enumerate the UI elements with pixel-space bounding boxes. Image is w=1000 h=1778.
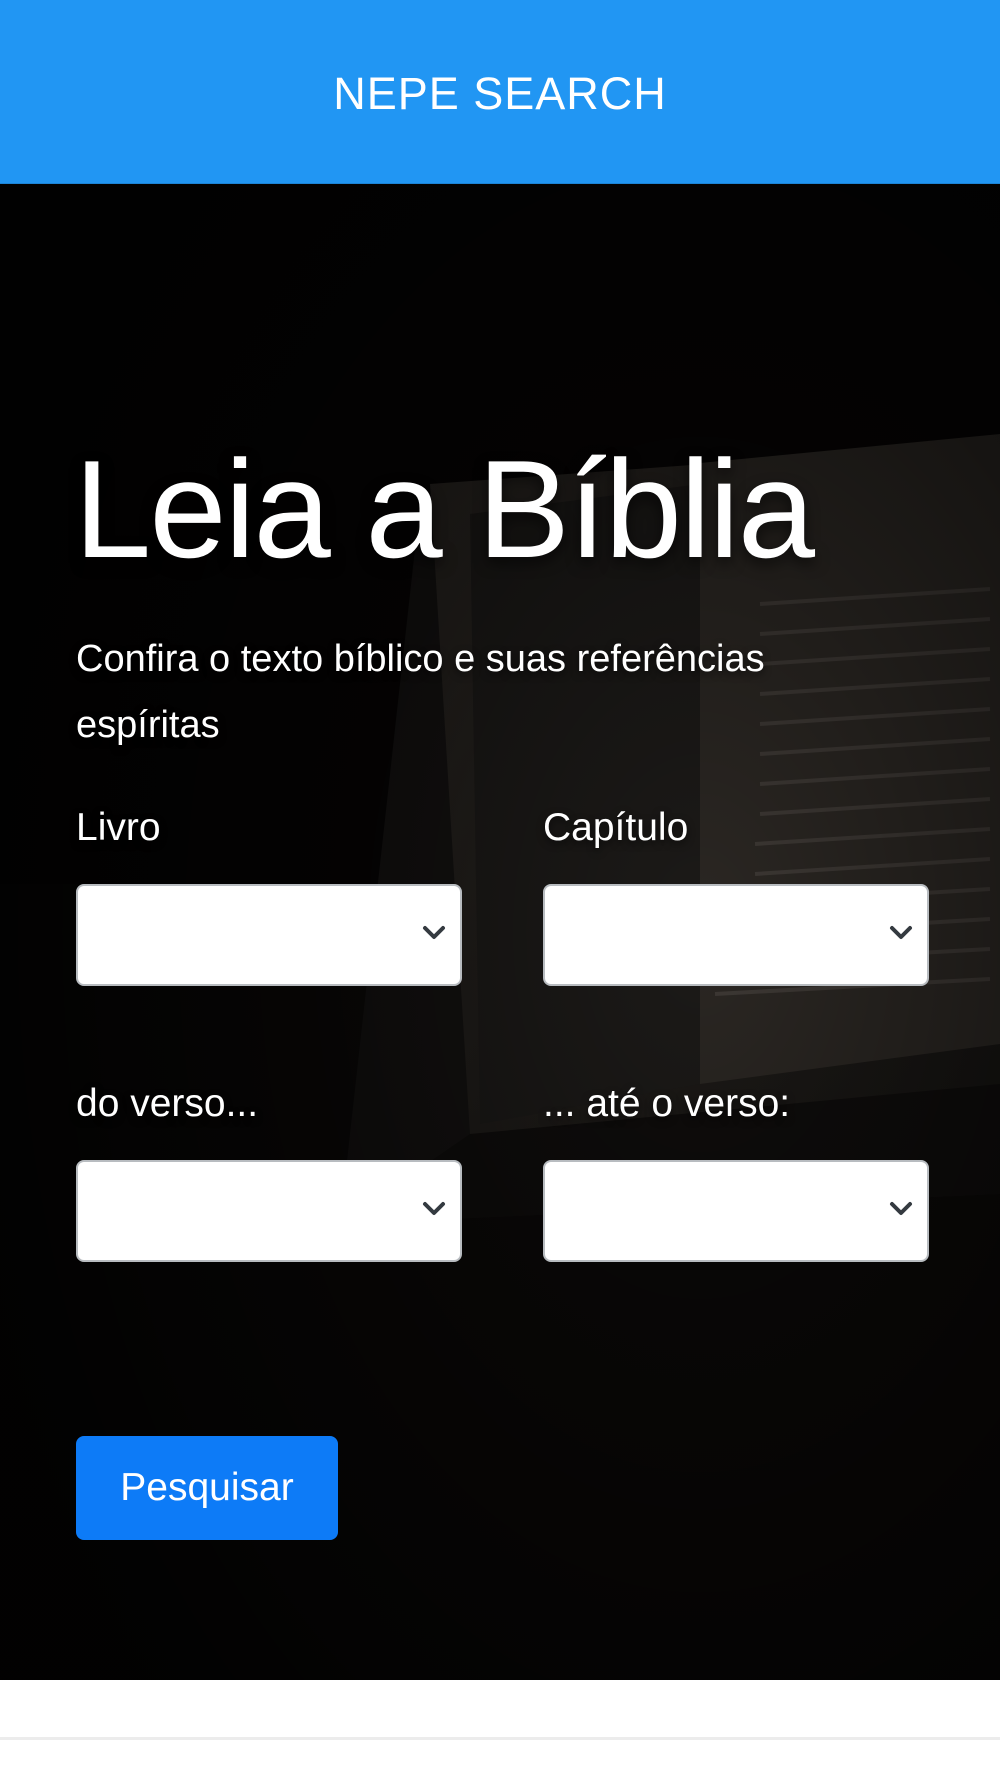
verse-from-select[interactable] — [76, 1160, 462, 1262]
book-select[interactable] — [76, 884, 462, 986]
page-title: Leia a Bíblia — [74, 432, 815, 587]
verse-from-label: do verso... — [76, 1082, 259, 1125]
chevron-down-icon — [890, 926, 912, 939]
brand-title[interactable]: NEPE SEARCH — [333, 64, 667, 120]
hero-section: Leia a Bíblia Confira o texto bíblico e … — [0, 184, 1000, 1680]
verse-to-select[interactable] — [543, 1160, 929, 1262]
page-subtitle: Confira o texto bíblico e suas referênci… — [76, 638, 765, 746]
chevron-down-icon — [423, 926, 445, 939]
chapter-label: Capítulo — [543, 806, 689, 849]
footer-divider — [0, 1737, 1000, 1740]
search-button[interactable]: Pesquisar — [76, 1436, 338, 1540]
book-label: Livro — [76, 806, 161, 849]
chevron-down-icon — [890, 1202, 912, 1215]
verse-to-label: ... até o verso: — [543, 1082, 791, 1125]
chapter-select[interactable] — [543, 884, 929, 986]
chevron-down-icon — [423, 1202, 445, 1215]
navbar: NEPE SEARCH — [0, 0, 1000, 184]
